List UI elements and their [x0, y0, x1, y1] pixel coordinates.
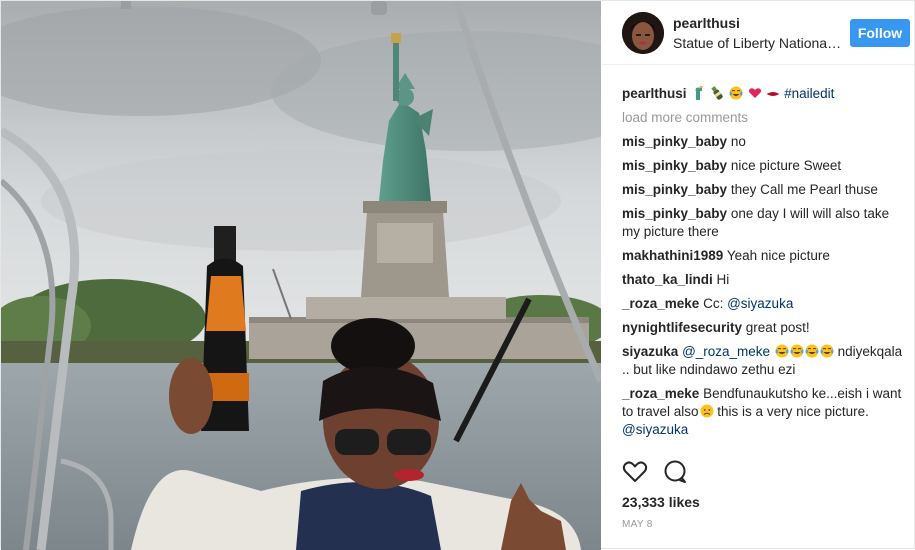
comment: makhathini1989 Yeah nice picture	[622, 247, 906, 265]
location-link[interactable]: Statue of Liberty National Monument	[673, 35, 843, 51]
comment-username[interactable]: mis_pinky_baby	[622, 134, 727, 149]
mention-link[interactable]: @siyazuka	[727, 296, 793, 311]
comment: thato_ka_lindi Hi	[622, 271, 906, 289]
mention-link[interactable]: @siyazuka	[622, 422, 688, 437]
likes-count[interactable]: 23,333 likes	[622, 494, 700, 510]
comment: mis_pinky_baby no	[622, 133, 906, 151]
tears-of-joy-emoji-icon	[819, 344, 834, 359]
tears-of-joy-emoji-icon	[789, 344, 804, 359]
comment-text: Cc:	[703, 296, 724, 311]
post-header: pearlthusi Statue of Liberty National Mo…	[602, 1, 915, 65]
comment-username[interactable]: mis_pinky_baby	[622, 182, 727, 197]
comment-username[interactable]: nynightlifesecurity	[622, 320, 742, 335]
comment-text: Hi	[716, 272, 730, 287]
disappointed-face-emoji-icon	[699, 404, 714, 419]
hashtag-link[interactable]: #nailedit	[784, 86, 834, 101]
comments-list: pearlthusi #nailedit load more comments …	[622, 85, 906, 445]
statue-of-liberty-emoji-icon	[690, 86, 709, 101]
tears-of-joy-emoji-icon	[774, 344, 789, 359]
tears-of-joy-emoji-icon	[728, 86, 747, 101]
comment-username[interactable]: makhathini1989	[622, 248, 723, 263]
heart-icon[interactable]	[622, 459, 648, 485]
comment: mis_pinky_baby they Call me Pearl thuse	[622, 181, 906, 199]
post-photo[interactable]	[1, 1, 601, 550]
lips-emoji-icon	[765, 86, 784, 101]
comment: nynightlifesecurity great post!	[622, 319, 906, 337]
comment-text: they Call me Pearl thuse	[730, 182, 878, 197]
comment: _roza_meke Bendfunaukutsho ke...eish i w…	[622, 385, 906, 439]
comment-text: nice picture Sweet	[730, 158, 842, 173]
comment: _roza_meke Cc: @siyazuka	[622, 295, 906, 313]
tears-of-joy-emoji-icon	[804, 344, 819, 359]
avatar[interactable]	[622, 12, 664, 54]
load-more-comments-link[interactable]: load more comments	[622, 109, 906, 127]
comment-text-continued: this is a very nice picture.	[713, 404, 869, 419]
heart-emoji-icon	[747, 86, 766, 101]
comment-username[interactable]: _roza_meke	[622, 386, 699, 401]
follow-button[interactable]: Follow	[850, 19, 910, 47]
comment-text: no	[730, 134, 746, 149]
post-details-panel: pearlthusi Statue of Liberty National Mo…	[602, 1, 915, 550]
bottle-emoji-icon	[709, 86, 728, 101]
mention-link[interactable]: @_roza_meke	[682, 344, 770, 359]
comment-text: Yeah nice picture	[726, 248, 830, 263]
comment-username[interactable]: mis_pinky_baby	[622, 158, 727, 173]
header-username-link[interactable]: pearlthusi	[673, 15, 740, 31]
comment-username[interactable]: mis_pinky_baby	[622, 206, 727, 221]
instagram-post: pearlthusi Statue of Liberty National Mo…	[0, 0, 915, 550]
post-date: MAY 8	[622, 519, 653, 530]
comment-text: great post!	[745, 320, 810, 335]
comment: mis_pinky_baby one day I will will also …	[622, 205, 906, 241]
comment: siyazuka @_roza_meke ndiyekqala .. but l…	[622, 343, 906, 379]
caption-username[interactable]: pearlthusi	[622, 86, 687, 101]
comment-icon[interactable]	[662, 459, 688, 485]
comment-username[interactable]: thato_ka_lindi	[622, 272, 713, 287]
comment: mis_pinky_baby nice picture Sweet	[622, 157, 906, 175]
caption: pearlthusi #nailedit	[622, 85, 906, 103]
comment-username[interactable]: _roza_meke	[622, 296, 699, 311]
comment-username[interactable]: siyazuka	[622, 344, 678, 359]
